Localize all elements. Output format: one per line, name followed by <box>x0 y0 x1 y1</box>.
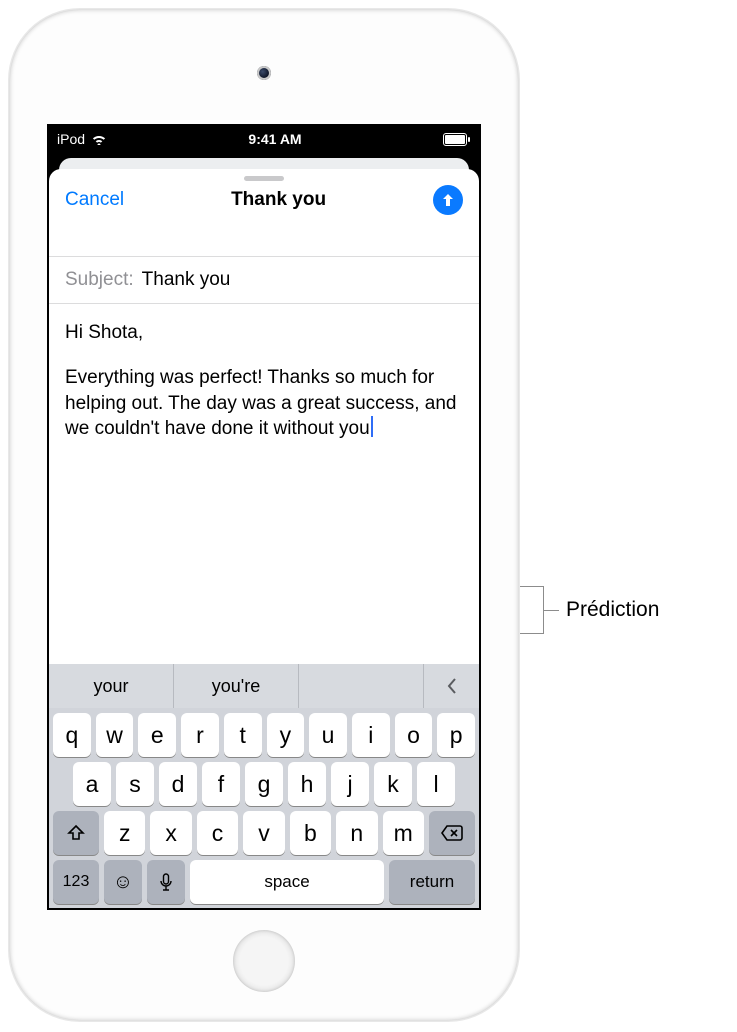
emoji-key[interactable]: ☺ <box>104 860 142 904</box>
prediction-bar: your you're <box>49 664 479 708</box>
chevron-left-icon <box>445 677 459 695</box>
prediction-1[interactable]: your <box>49 664 173 708</box>
key-c[interactable]: c <box>197 811 238 855</box>
key-p[interactable]: p <box>437 713 475 757</box>
key-t[interactable]: t <box>224 713 262 757</box>
mic-icon <box>160 873 172 891</box>
callout-bracket <box>520 586 544 634</box>
key-row-3: z x c v b n m <box>49 806 479 855</box>
email-body[interactable]: Hi Shota, Everything was perfect! Thanks… <box>49 304 479 454</box>
key-g[interactable]: g <box>245 762 283 806</box>
cancel-button[interactable]: Cancel <box>65 189 124 211</box>
home-button[interactable] <box>233 930 295 992</box>
keyboard: your you're q w e r t y u i o <box>49 664 479 908</box>
space-key[interactable]: space <box>190 860 384 904</box>
backspace-key[interactable] <box>429 811 475 855</box>
key-m[interactable]: m <box>383 811 424 855</box>
key-z[interactable]: z <box>104 811 145 855</box>
front-camera <box>257 66 271 80</box>
key-u[interactable]: u <box>309 713 347 757</box>
status-bar: iPod 9:41 AM <box>49 126 479 152</box>
text-cursor <box>371 416 373 437</box>
prediction-collapse[interactable] <box>423 664 479 708</box>
body-text: Everything was perfect! Thanks so much f… <box>65 367 457 439</box>
key-h[interactable]: h <box>288 762 326 806</box>
send-button[interactable] <box>433 185 463 215</box>
emoji-icon: ☺ <box>113 871 133 894</box>
subject-value: Thank you <box>142 269 231 291</box>
compose-title: Thank you <box>231 189 326 211</box>
key-y[interactable]: y <box>267 713 305 757</box>
shift-icon <box>66 823 86 843</box>
key-row-4: 123 ☺ space return <box>49 855 479 904</box>
to-field-row[interactable] <box>49 227 479 257</box>
key-row-1: q w e r t y u i o p <box>49 708 479 757</box>
key-x[interactable]: x <box>150 811 191 855</box>
subject-row[interactable]: Subject: Thank you <box>49 257 479 304</box>
key-k[interactable]: k <box>374 762 412 806</box>
return-key[interactable]: return <box>389 860 475 904</box>
key-v[interactable]: v <box>243 811 284 855</box>
key-b[interactable]: b <box>290 811 331 855</box>
arrow-up-icon <box>440 192 456 208</box>
clock: 9:41 AM <box>248 131 301 147</box>
backspace-icon <box>440 824 464 842</box>
key-s[interactable]: s <box>116 762 154 806</box>
key-d[interactable]: d <box>159 762 197 806</box>
key-a[interactable]: a <box>73 762 111 806</box>
key-l[interactable]: l <box>417 762 455 806</box>
subject-label: Subject: <box>65 269 134 291</box>
body-greeting: Hi Shota, <box>65 320 463 345</box>
key-i[interactable]: i <box>352 713 390 757</box>
screen: iPod 9:41 AM Cancel Thank you <box>47 124 481 910</box>
key-e[interactable]: e <box>138 713 176 757</box>
numbers-key[interactable]: 123 <box>53 860 99 904</box>
compose-navbar: Cancel Thank you <box>49 181 479 227</box>
prediction-2[interactable]: you're <box>173 664 299 708</box>
key-j[interactable]: j <box>331 762 369 806</box>
battery-icon <box>443 133 471 146</box>
key-r[interactable]: r <box>181 713 219 757</box>
key-n[interactable]: n <box>336 811 377 855</box>
prediction-3[interactable] <box>299 664 423 708</box>
key-row-2: a s d f g h j k l <box>49 757 479 806</box>
key-f[interactable]: f <box>202 762 240 806</box>
shift-key[interactable] <box>53 811 99 855</box>
key-w[interactable]: w <box>96 713 134 757</box>
key-q[interactable]: q <box>53 713 91 757</box>
key-o[interactable]: o <box>395 713 433 757</box>
compose-sheet: Cancel Thank you Subject: Thank you Hi S… <box>49 169 479 908</box>
annotation-callout: Prédiction <box>520 586 659 634</box>
device-label: iPod <box>57 131 85 147</box>
callout-label: Prédiction <box>566 598 659 622</box>
ipod-device-frame: iPod 9:41 AM Cancel Thank you <box>10 10 518 1020</box>
wifi-icon <box>91 133 107 145</box>
dictation-key[interactable] <box>147 860 185 904</box>
